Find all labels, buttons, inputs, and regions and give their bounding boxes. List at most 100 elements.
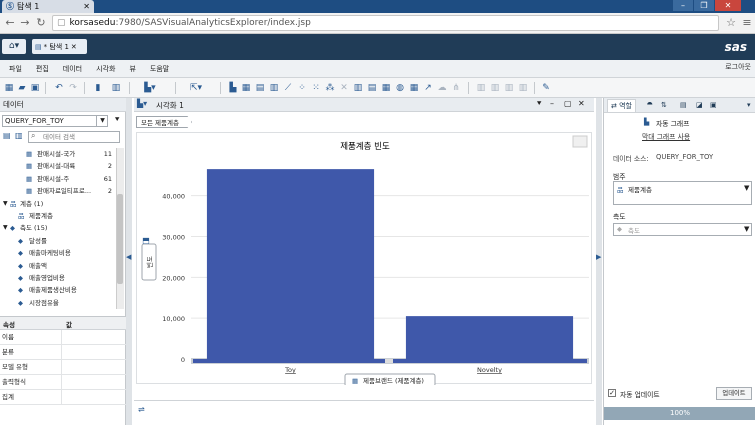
home-button[interactable]: ⌂▾ <box>2 39 26 54</box>
list-item[interactable]: ▦ 판매시설-대륙 2 <box>0 160 116 172</box>
duplicate-icon[interactable]: ▥ <box>475 81 487 95</box>
menu-view[interactable]: 뷰 <box>129 64 135 74</box>
menu-data[interactable]: 데이터 <box>63 64 82 74</box>
data-search-input[interactable] <box>28 131 120 143</box>
histogram-icon[interactable]: ▥ <box>352 81 364 95</box>
chart-menu-icon[interactable] <box>572 135 588 148</box>
data-pane-toggle-icon[interactable]: ▮ <box>92 81 104 95</box>
viz-minimize-icon[interactable]: – <box>550 99 554 108</box>
document-tab-close-icon[interactable]: ✕ <box>71 43 77 51</box>
bar[interactable] <box>405 316 574 359</box>
minimize-button[interactable]: – <box>673 0 693 11</box>
undo-icon[interactable]: ↶ <box>53 81 65 95</box>
details-table-icon[interactable]: ⇌ <box>138 405 145 414</box>
save-icon[interactable]: ▣ <box>29 81 41 95</box>
word-cloud-icon[interactable]: ☁ <box>436 81 448 95</box>
comment-icon[interactable]: ✎ <box>540 81 552 95</box>
network-icon[interactable]: ⁂ <box>324 81 336 95</box>
collapse-right-icon[interactable]: ▶ <box>596 253 601 261</box>
crosstab-icon[interactable]: ▤ <box>254 81 266 95</box>
right-collapse-handle[interactable]: ▶ <box>596 98 602 425</box>
star-icon[interactable]: ☆ <box>724 16 738 30</box>
visualization-type-icon[interactable]: ▙▾ <box>137 99 147 108</box>
tree-group[interactable]: ▼ ◆ 측도 (15) <box>0 222 116 234</box>
maximize-viz-icon[interactable]: ▥ <box>489 81 501 95</box>
x-scrollbar-grip[interactable] <box>385 359 393 363</box>
expand-icon[interactable]: ▼ <box>3 222 8 234</box>
heat-map-icon[interactable]: ▦ <box>380 81 392 95</box>
list-item[interactable]: ▦ 판매자료일티프로... 2 <box>0 185 116 197</box>
list-item[interactable]: ◆ 달성률 <box>0 235 116 247</box>
tab-comments-icon[interactable]: ▣ <box>710 99 717 112</box>
datasource-select[interactable]: QUERY_FOR_TOY <box>2 115 108 127</box>
measure-dropdown-icon[interactable]: ▼ <box>744 225 749 233</box>
viz-maximize-icon[interactable]: ▢ <box>564 99 572 108</box>
measure-role-field[interactable]: ◆ 측도 <box>613 223 752 236</box>
update-button[interactable]: 업데이트 <box>716 387 752 400</box>
data-properties-icon[interactable]: ▤ <box>3 131 11 140</box>
redo-icon[interactable]: ↷ <box>67 81 79 95</box>
left-collapse-handle[interactable]: ◀ <box>126 98 132 425</box>
list-item[interactable]: ◆ 매출제품생산비용 <box>0 284 116 296</box>
filter-viz-icon[interactable]: ▥ <box>517 81 529 95</box>
layout-icon[interactable]: ▥ <box>110 81 122 95</box>
back-icon[interactable]: ← <box>3 16 17 30</box>
tab-close-icon[interactable]: ✕ <box>83 2 90 11</box>
right-pane-menu-icon[interactable]: ▾ <box>747 99 751 112</box>
menu-icon[interactable]: ≡ <box>740 16 754 30</box>
pin-icon[interactable]: ⬒ <box>142 236 150 245</box>
correlation-icon[interactable]: ✕ <box>338 81 350 95</box>
browser-tab[interactable]: Ⓢ 탐색 1 ✕ <box>2 0 94 13</box>
menu-edit[interactable]: 편집 <box>36 64 49 74</box>
list-item[interactable]: ◆ 매출영업비용 <box>0 272 116 284</box>
export-icon[interactable]: ⇱▾ <box>184 81 208 95</box>
use-bar-chart-link[interactable]: 막대 그래프 사용 <box>642 131 690 141</box>
reload-icon[interactable]: ↻ <box>34 16 48 30</box>
logout-link[interactable]: 로그아웃 <box>725 62 751 72</box>
bar[interactable] <box>206 169 375 359</box>
expand-icon[interactable]: ▼ <box>3 198 8 210</box>
list-item[interactable]: ▦ 판매시설-국가 11 <box>0 148 116 160</box>
scatter-plot-icon[interactable]: ⁘ <box>296 81 308 95</box>
new-visualization-icon[interactable]: ▙▾ <box>138 81 162 95</box>
bubble-plot-icon[interactable]: ⁙ <box>310 81 322 95</box>
y-axis-label[interactable]: 빈도 <box>145 256 154 268</box>
menu-visualization[interactable]: 시각화 <box>96 64 115 74</box>
list-item[interactable]: ◆ 매출액 <box>0 260 116 272</box>
open-icon[interactable]: ▰ <box>16 81 28 95</box>
document-tab[interactable]: ▤ * 탐색 1 ✕ <box>32 39 87 54</box>
x-tick-label[interactable]: Novelty <box>477 366 502 374</box>
menu-file[interactable]: 파일 <box>9 64 22 74</box>
auto-chart-icon[interactable]: ▙ <box>227 81 239 95</box>
x-tick-label[interactable]: Toy <box>284 366 296 374</box>
category-role-field[interactable]: 品 제품계층 <box>613 181 752 205</box>
auto-update-checkbox[interactable]: ✓ <box>608 389 616 397</box>
table-icon[interactable]: ▦ <box>240 81 252 95</box>
bar-chart-icon[interactable]: ▥ <box>268 81 280 95</box>
menu-help[interactable]: 도움말 <box>150 64 169 74</box>
tab-filters-icon[interactable]: ⯊ <box>647 99 653 112</box>
viz-close-icon[interactable]: ✕ <box>578 99 585 108</box>
tab-sort-icon[interactable]: ⇅ <box>661 99 667 112</box>
breadcrumb[interactable]: 모든 제품계층 <box>136 116 192 128</box>
close-window-button[interactable]: ✕ <box>715 0 741 11</box>
forward-icon[interactable]: → <box>18 16 32 30</box>
chevron-down-icon[interactable]: ▼ <box>96 115 108 127</box>
tree-scrollbar-thumb[interactable] <box>117 194 123 284</box>
viz-menu-icon[interactable]: ⯆ <box>536 99 542 109</box>
treemap-icon[interactable]: ▦ <box>408 81 420 95</box>
url-input[interactable]: ▢ korsasedu:7980/SASVisualAnalyticsExplo… <box>52 15 719 31</box>
datasource-menu-icon[interactable]: ⯆ <box>114 115 120 125</box>
line-chart-icon[interactable]: ⟋ <box>282 81 294 95</box>
decision-tree-icon[interactable]: ⋔ <box>450 81 462 95</box>
tab-styles-icon[interactable]: ◪ <box>696 99 703 112</box>
collapse-left-icon[interactable]: ◀ <box>126 253 131 261</box>
forecast-icon[interactable]: ↗ <box>422 81 434 95</box>
category-dropdown-icon[interactable]: ▼ <box>744 184 749 192</box>
tree-group[interactable]: ▼ 品 계층 (1) <box>0 198 116 210</box>
new-exploration-icon[interactable]: ▦ <box>3 81 15 95</box>
list-item[interactable]: 品 제품계층 <box>0 210 116 222</box>
geo-map-icon[interactable]: ◍ <box>394 81 406 95</box>
box-plot-icon[interactable]: ▤ <box>366 81 378 95</box>
new-item-icon[interactable]: ▥ <box>15 131 23 140</box>
